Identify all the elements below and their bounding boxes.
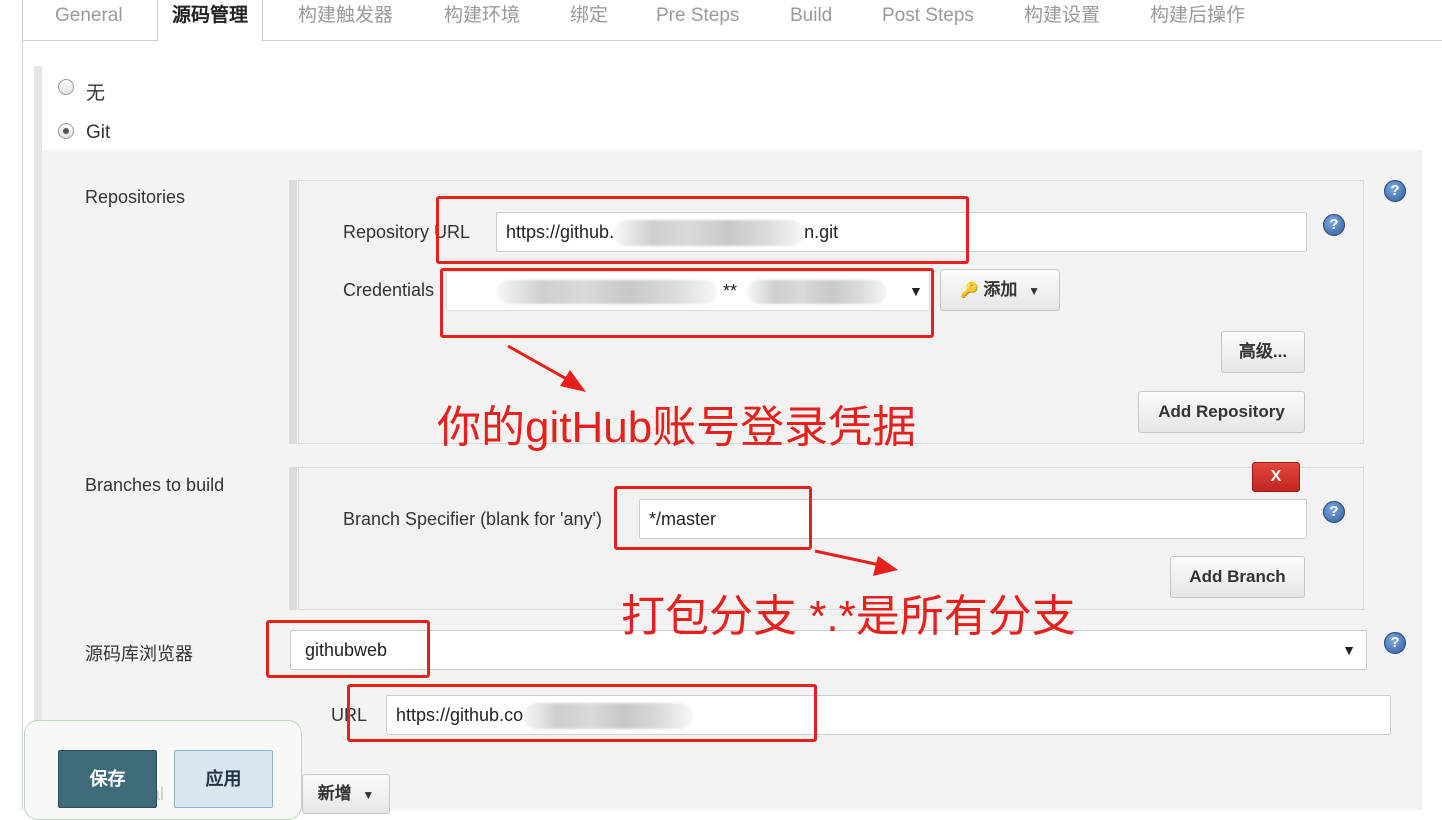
arrow-head-credentials (560, 370, 586, 392)
arrow-line-branch (814, 549, 881, 567)
arrow-head-branch (873, 556, 898, 576)
arrow-line-credentials (507, 344, 573, 384)
annotation-credentials-note: 你的gitHub账号登录凭据 (437, 403, 917, 452)
annotation-branch-note: 打包分支 *.*是所有分支 (621, 592, 1076, 641)
